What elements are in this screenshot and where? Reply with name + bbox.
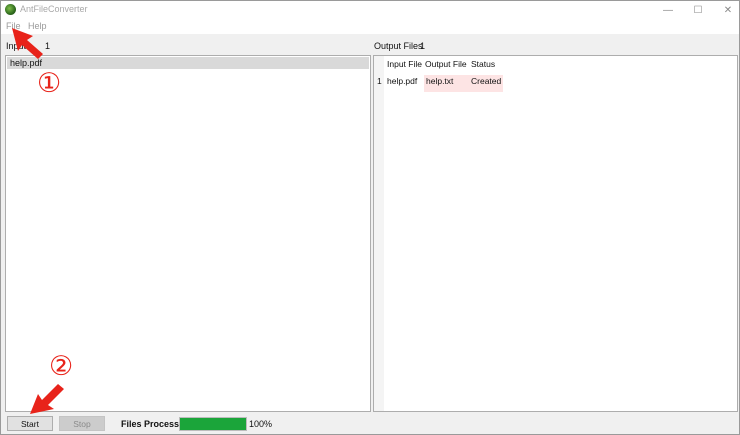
output-grid[interactable]: Input File Output File Status 1 help.pdf… (373, 55, 738, 412)
minimize-button[interactable]: — (653, 1, 683, 19)
annotation-marker-2: ② (49, 351, 74, 382)
input-count: 1 (45, 41, 51, 51)
title-bar: AntFileConverter — ☐ ✕ (1, 1, 739, 19)
row-header-column (374, 56, 384, 411)
menu-file[interactable]: File (6, 21, 21, 31)
close-button[interactable]: ✕ (713, 1, 740, 19)
window-title: AntFileConverter (20, 4, 88, 14)
column-header-status[interactable]: Status (471, 58, 495, 70)
progress-percent: 100% (249, 419, 273, 429)
input-panel-label: Input (6, 41, 27, 51)
maximize-button[interactable]: ☐ (683, 1, 713, 19)
status-bar (1, 414, 739, 434)
progress-bar (179, 417, 247, 431)
output-count: 1 (420, 41, 426, 51)
start-button[interactable]: Start (7, 416, 53, 431)
list-item[interactable]: help.pdf (7, 57, 369, 69)
cell-input-file[interactable]: help.pdf (387, 75, 417, 92)
app-window: AntFileConverter — ☐ ✕ File Help Input 1… (0, 0, 740, 435)
menu-help[interactable]: Help (28, 21, 47, 31)
row-number: 1 (377, 76, 382, 86)
app-logo-icon (5, 4, 16, 15)
menu-bar: File Help (1, 19, 739, 34)
output-panel-label: Output Files (374, 41, 423, 51)
annotation-marker-1: ① (37, 68, 62, 99)
column-header-output-file[interactable]: Output File (425, 58, 467, 70)
cell-status[interactable]: Created (468, 75, 503, 92)
cell-output-file[interactable]: help.txt (424, 75, 468, 92)
progress-bar-fill (180, 418, 246, 430)
column-header-input-file[interactable]: Input File (387, 58, 422, 70)
stop-button[interactable]: Stop (59, 416, 105, 431)
